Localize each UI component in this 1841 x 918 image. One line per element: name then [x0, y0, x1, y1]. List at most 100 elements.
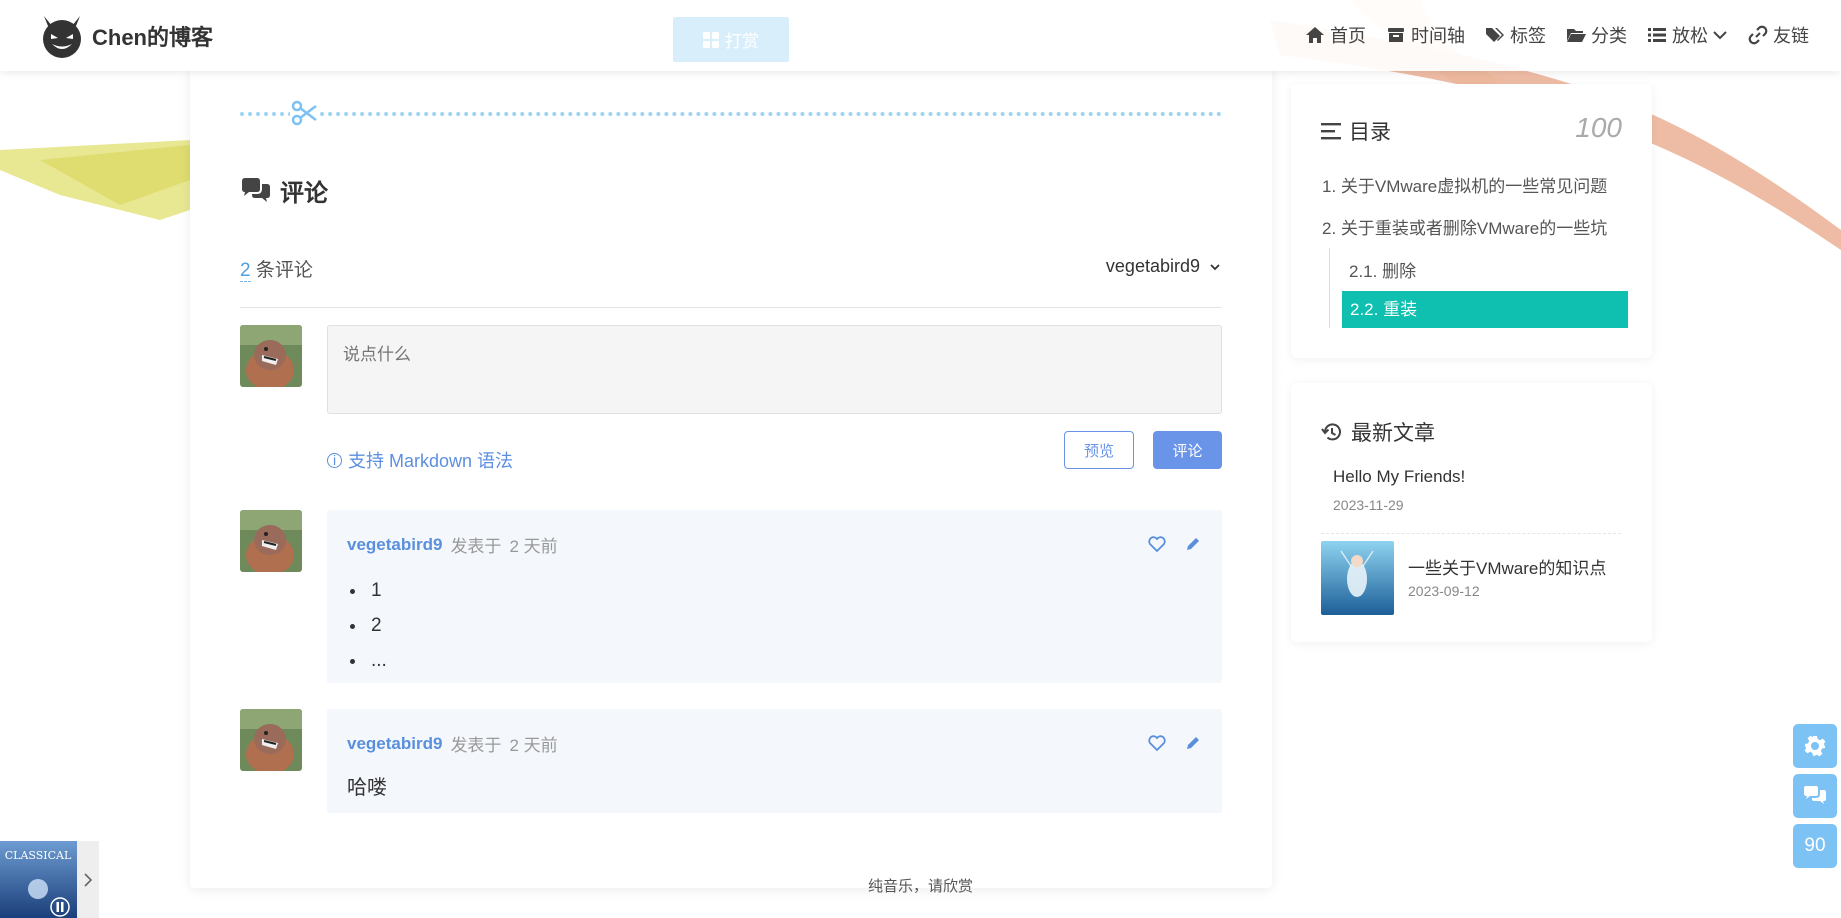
toc-sub-indent-line — [1329, 248, 1330, 328]
recent-post-title[interactable]: Hello My Friends! — [1333, 467, 1465, 487]
history-icon — [1321, 423, 1341, 441]
toc-title: 目录 — [1349, 121, 1391, 144]
comment-body: 哈喽 — [347, 777, 387, 799]
info-icon: i — [327, 452, 342, 468]
devil-logo-icon — [43, 16, 81, 58]
heart-icon[interactable] — [1148, 734, 1166, 752]
comment-item: vegetabird9 发表于 2 天前 哈喽 — [327, 709, 1222, 813]
scissors-icon — [290, 98, 320, 128]
bird-avatar-icon — [240, 325, 302, 387]
scroll-progress-value: 90 — [1804, 835, 1826, 856]
tags-icon — [1486, 28, 1504, 42]
album-cover-text: CLASSICAL — [5, 849, 72, 862]
comment-posted: 发表于 2 天前 — [450, 736, 558, 755]
comment-item: vegetabird9 发表于2 天前 1 2 ... — [327, 510, 1222, 683]
nav-relax-dropdown[interactable]: 放松 — [1647, 22, 1728, 48]
current-user-dropdown[interactable]: vegetabird9 — [1106, 256, 1222, 277]
recent-post-date: 2023-09-12 — [1408, 583, 1480, 599]
preview-button[interactable]: 预览 — [1064, 431, 1134, 469]
underwater-thumbnail-image — [1321, 541, 1394, 615]
site-name: Chen的博客 — [92, 25, 214, 50]
user-avatar[interactable] — [240, 325, 302, 387]
settings-button[interactable] — [1793, 724, 1837, 768]
recent-divider — [1321, 533, 1621, 534]
music-player: CLASSICAL — [0, 841, 100, 918]
reward-button[interactable]: 打赏 — [673, 17, 789, 62]
comment-count: 2 条评论 — [240, 255, 313, 282]
heart-icon[interactable] — [1148, 535, 1166, 553]
list-item: 1 — [367, 573, 387, 608]
nav-categories[interactable]: 分类 — [1566, 22, 1627, 48]
toc-card: 目录 100 1. 关于VMware虚拟机的一些常见问题 2. 关于重装或者删除… — [1291, 84, 1652, 358]
reward-label: 打赏 — [725, 32, 759, 51]
submit-comment-button[interactable]: 评论 — [1153, 431, 1222, 469]
comment-actions — [1130, 535, 1202, 553]
comment-author[interactable]: vegetabird9 — [347, 535, 442, 555]
album-cover-image: CLASSICAL — [0, 841, 77, 918]
nav-timeline-label: 时间轴 — [1411, 26, 1465, 46]
markdown-hint[interactable]: i 支持 Markdown 语法 — [327, 447, 513, 473]
main-nav: 首页 时间轴 标签 分类 放松 友链 — [1285, 22, 1809, 48]
comment-time: 2 天前 — [509, 736, 558, 755]
player-collapse-toggle[interactable] — [77, 841, 99, 918]
article-card: 评论 2 条评论 vegetabird9 i 支持 Markdown 语法 预览… — [190, 60, 1272, 888]
nav-timeline[interactable]: 时间轴 — [1386, 22, 1465, 48]
nav-home-label: 首页 — [1330, 26, 1366, 46]
chevron-down-icon — [1210, 263, 1220, 270]
comments-title: 评论 — [280, 180, 328, 207]
comments-icon — [242, 177, 270, 202]
nav-relax-label: 放松 — [1672, 26, 1708, 46]
comment-avatar[interactable] — [240, 510, 302, 572]
post-thumbnail[interactable] — [1321, 541, 1394, 615]
comments-shortcut-button[interactable] — [1793, 774, 1837, 818]
list-item: 2 — [367, 608, 387, 643]
comment-header-divider — [240, 307, 1222, 308]
toc-item-1[interactable]: 1. 关于VMware虚拟机的一些常见问题 — [1322, 172, 1607, 197]
qrcode-icon — [703, 31, 719, 48]
toc-heading: 目录 — [1321, 116, 1391, 146]
comment-body-list: 1 2 ... — [367, 573, 387, 678]
comment-avatar[interactable] — [240, 709, 302, 771]
edit-icon[interactable] — [1184, 734, 1202, 752]
nav-tags-label: 标签 — [1510, 26, 1546, 46]
recent-posts-heading: 最新文章 — [1321, 417, 1435, 447]
nav-categories-label: 分类 — [1591, 26, 1627, 46]
recent-posts-title: 最新文章 — [1351, 422, 1435, 445]
nav-friend-links[interactable]: 友链 — [1748, 22, 1809, 48]
comment-posted: 发表于 2 天前 — [450, 537, 558, 556]
comments-heading: 评论 — [240, 173, 328, 208]
folder-icon — [1567, 29, 1586, 42]
music-caption: 纯音乐，请欣赏 — [868, 878, 974, 895]
recent-posts-card: 最新文章 Hello My Friends! 2023-11-29 一些关于VM… — [1291, 383, 1652, 642]
toc-item-2-2-active[interactable]: 2.2. 重装 — [1342, 291, 1628, 328]
comment-author[interactable]: vegetabird9 — [347, 734, 442, 754]
archive-icon — [1388, 28, 1404, 42]
scroll-progress-button[interactable]: 90 — [1793, 824, 1837, 868]
edit-icon[interactable] — [1184, 535, 1202, 553]
comment-actions — [1130, 734, 1202, 752]
chevron-right-icon — [84, 872, 93, 887]
toc-list-icon — [1321, 123, 1341, 140]
album-cover[interactable]: CLASSICAL — [0, 841, 77, 918]
link-icon — [1748, 25, 1768, 45]
comment-time: 2 天前 — [509, 537, 558, 556]
bird-avatar-icon — [240, 510, 302, 572]
gear-icon — [1804, 735, 1826, 757]
chevron-down-icon — [1713, 31, 1727, 40]
nav-tags[interactable]: 标签 — [1485, 22, 1546, 48]
bird-avatar-icon — [240, 709, 302, 771]
toc-item-2[interactable]: 2. 关于重装或者删除VMware的一些坑 — [1322, 214, 1607, 239]
recent-post-title[interactable]: 一些关于VMware的知识点 — [1408, 554, 1606, 579]
site-logo[interactable]: Chen的博客 — [38, 12, 213, 60]
toc-item-2-1[interactable]: 2.1. 删除 — [1349, 257, 1416, 282]
list-item: ... — [367, 643, 387, 678]
home-icon — [1306, 27, 1324, 43]
comment-input[interactable] — [327, 325, 1222, 414]
markdown-hint-label: 支持 Markdown 语法 — [348, 451, 514, 471]
dotted-divider — [240, 112, 1222, 116]
nav-home[interactable]: 首页 — [1305, 22, 1366, 48]
reading-progress: 100 — [1575, 112, 1622, 143]
comment-count-number[interactable]: 2 — [240, 260, 251, 282]
comments-icon — [1804, 786, 1826, 804]
comment-header: vegetabird9 发表于 2 天前 — [347, 731, 558, 756]
